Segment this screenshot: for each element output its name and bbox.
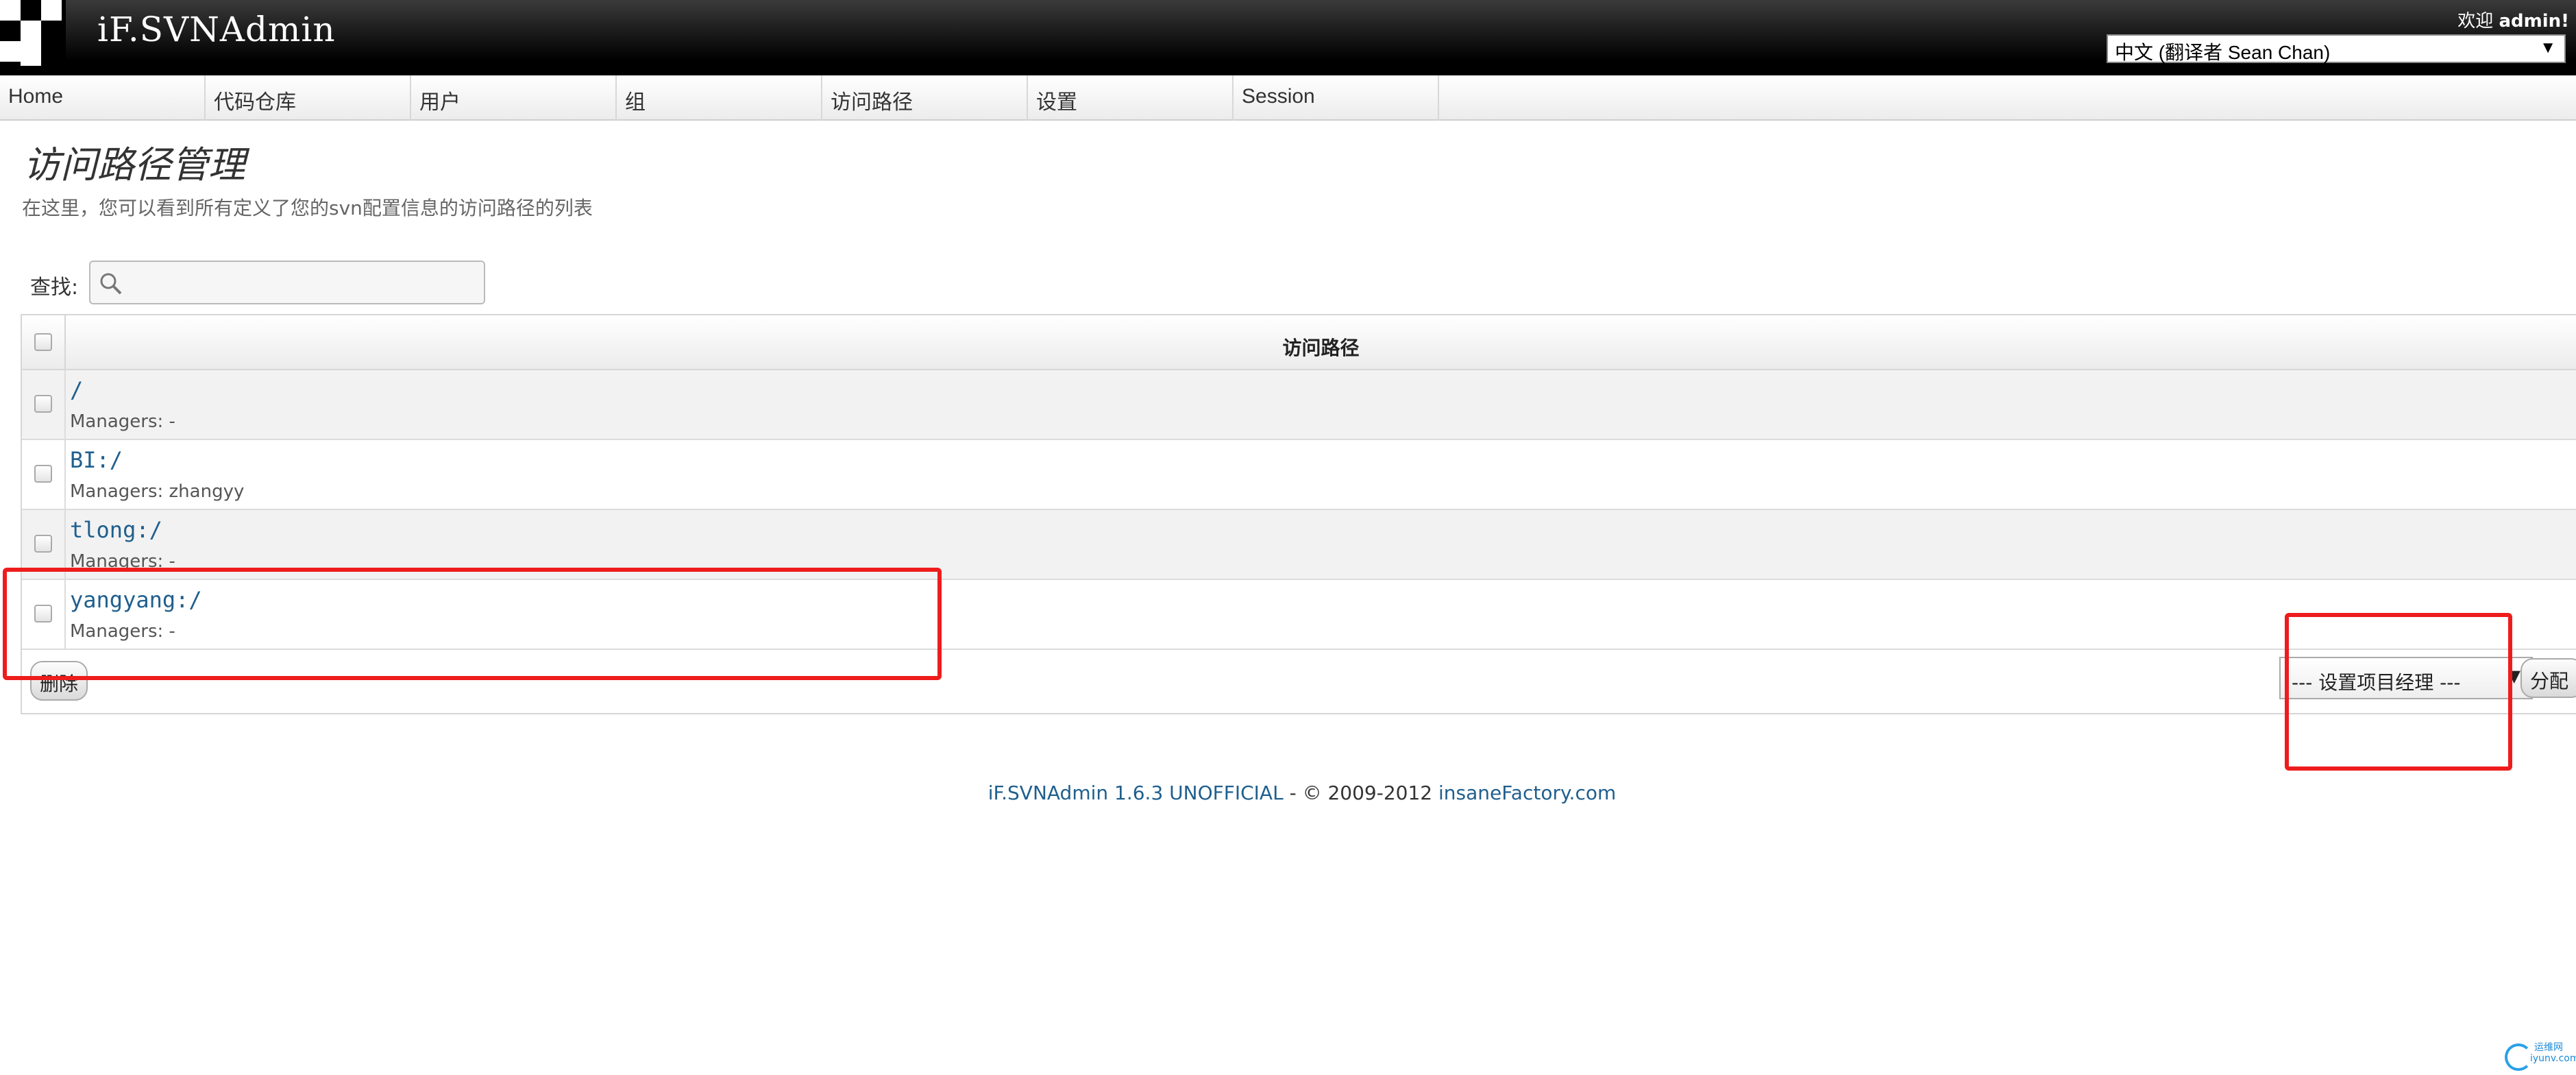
annotation-box-row	[3, 568, 942, 680]
search-icon	[100, 273, 122, 295]
column-header-access-path: 访问路径	[1282, 337, 1360, 359]
product-link[interactable]: iF.SVNAdmin 1.6.3 UNOFFICIAL	[988, 782, 1284, 804]
select-all-checkbox[interactable]	[34, 333, 52, 351]
table-header: 访问路径	[22, 315, 2576, 370]
language-select[interactable]: 中文 (翻译者 Sean Chan) ▼	[2107, 34, 2566, 63]
app-title: iF.SVNAdmin	[97, 10, 336, 49]
search-input[interactable]	[89, 261, 485, 304]
table-row: BI:/ Managers: zhangyy	[22, 440, 2576, 510]
welcome-text: 欢迎 admin!	[2457, 7, 2569, 32]
select-all-cell	[22, 315, 66, 369]
page-description: 在这里，您可以看到所有定义了您的svn配置信息的访问路径的列表	[22, 197, 593, 219]
watermark: 运维网 iyunv.com	[2503, 1042, 2576, 1064]
row-checkbox[interactable]	[34, 465, 52, 483]
svnadmin-logo-icon	[0, 0, 66, 66]
table-row: / Managers: -	[22, 370, 2576, 440]
annotation-box-select	[2285, 613, 2512, 771]
access-path-link[interactable]: /	[70, 377, 83, 403]
welcome-prefix: 欢迎	[2457, 11, 2494, 32]
watermark-line1: 运维网	[2534, 1042, 2563, 1053]
watermark-line2: iyunv.com	[2530, 1053, 2576, 1064]
row-checkbox[interactable]	[34, 535, 52, 553]
nav-item-repositories[interactable]: 代码仓库	[206, 75, 411, 121]
row-checkbox-cell	[22, 440, 66, 509]
nav-item-home[interactable]: Home	[0, 75, 206, 121]
row-checkbox[interactable]	[34, 395, 52, 413]
page-footer: iF.SVNAdmin 1.6.3 UNOFFICIAL - © 2009-20…	[0, 782, 2576, 804]
nav-item-users[interactable]: 用户	[411, 75, 617, 121]
copyright-text: - © 2009-2012	[1283, 782, 1439, 804]
nav-item-access-paths[interactable]: 访问路径	[822, 75, 1028, 121]
app-header: iF.SVNAdmin 欢迎 admin! 中文 (翻译者 Sean Chan)…	[0, 0, 2576, 75]
language-value: 中文 (翻译者 Sean Chan)	[2115, 42, 2331, 63]
page-title: 访问路径管理	[23, 143, 245, 186]
dropdown-arrow-icon: ▼	[2540, 38, 2556, 57]
main-nav: Home 代码仓库 用户 组 访问路径 设置 Session	[0, 75, 2576, 121]
row-checkbox-cell	[22, 370, 66, 439]
access-path-link[interactable]: tlong:/	[70, 517, 162, 543]
search-label: 查找:	[30, 276, 79, 300]
nav-item-groups[interactable]: 组	[617, 75, 822, 121]
assign-button[interactable]: 分配	[2520, 658, 2576, 698]
username: admin!	[2499, 11, 2569, 32]
managers-text: Managers: zhangyy	[70, 481, 245, 502]
managers-text: Managers: -	[70, 411, 175, 432]
nav-item-settings[interactable]: 设置	[1028, 75, 1234, 121]
access-path-link[interactable]: BI:/	[70, 447, 123, 473]
company-link[interactable]: insaneFactory.com	[1438, 782, 1616, 804]
nav-item-session[interactable]: Session	[1234, 75, 1439, 121]
